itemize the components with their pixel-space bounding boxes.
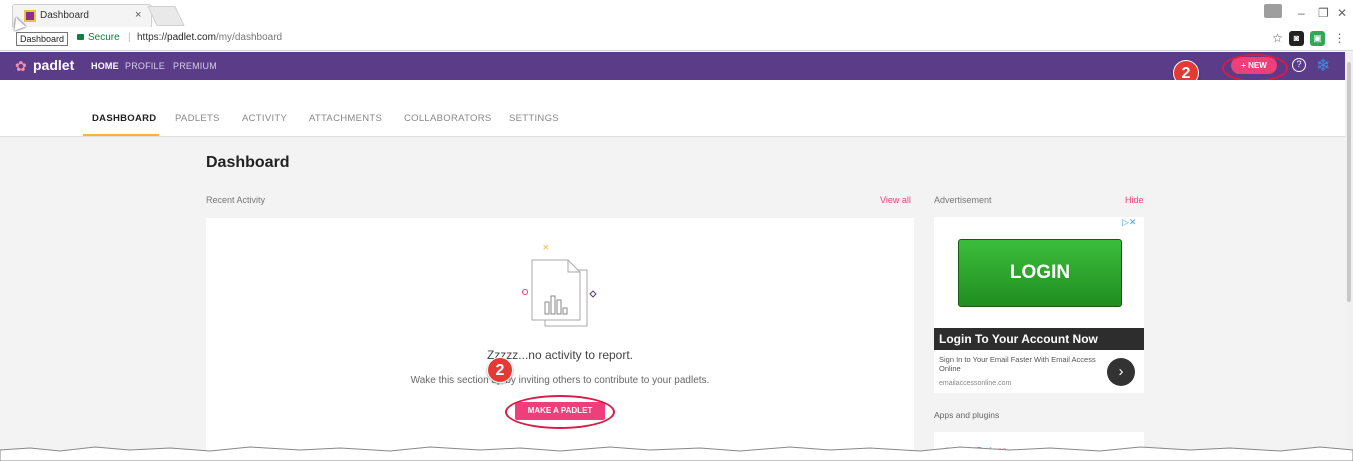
minimize-button[interactable]: –	[1298, 6, 1305, 20]
secure-label: Secure	[88, 32, 120, 43]
padlet-logo-icon[interactable]: ✿	[15, 58, 27, 75]
scrollbar-thumb[interactable]	[1347, 62, 1351, 302]
omnibox[interactable]: Secure | https://padlet.com/my/dashboard	[68, 30, 1258, 48]
address-bar: Secure | https://padlet.com/my/dashboard…	[0, 27, 1353, 51]
annotation-highlight-new	[1222, 54, 1288, 82]
user-profile-icon[interactable]	[1264, 4, 1282, 18]
nav-home[interactable]: HOME	[91, 61, 119, 71]
hide-ad-link[interactable]: Hide	[1125, 195, 1144, 205]
view-all-link[interactable]: View all	[880, 195, 911, 205]
empty-state-subtitle: Wake this section up by inviting others …	[410, 375, 710, 386]
lock-icon	[77, 34, 84, 40]
ad-domain: emailaccessonline.com	[939, 380, 1012, 387]
maximize-button[interactable]: ❐	[1318, 6, 1329, 20]
tab-dashboard[interactable]: DASHBOARD	[92, 113, 156, 124]
dashboard-tabs: DASHBOARD PADLETS ACTIVITY ATTACHMENTS C…	[0, 80, 1345, 137]
browser-tab[interactable]: Dashboard ×	[12, 4, 152, 27]
annotation-badge-bottom: 2	[487, 357, 513, 383]
omnibox-separator: |	[128, 32, 131, 43]
tab-close-icon[interactable]: ×	[135, 9, 141, 21]
tab-settings[interactable]: SETTINGS	[509, 113, 559, 124]
browser-menu-icon[interactable]: ⋮	[1332, 31, 1347, 46]
svg-text:×: ×	[542, 243, 550, 253]
tab-padlets[interactable]: PADLETS	[175, 113, 220, 124]
url-scheme: https://	[137, 32, 168, 43]
close-window-button[interactable]: ✕	[1337, 6, 1347, 20]
tab-collaborators[interactable]: COLLABORATORS	[404, 113, 492, 124]
tab-tooltip: Dashboard	[16, 32, 69, 46]
nav-premium[interactable]: PREMIUM	[173, 61, 217, 71]
empty-state-title: Zzzzz...no activity to report.	[486, 348, 634, 362]
user-avatar-icon[interactable]: ❄	[1316, 56, 1330, 76]
new-tab-button[interactable]	[147, 6, 185, 26]
recent-activity-label: Recent Activity	[206, 195, 266, 205]
tab-attachments[interactable]: ATTACHMENTS	[309, 113, 382, 124]
tab-activity[interactable]: ACTIVITY	[242, 113, 287, 124]
padlet-navbar: ✿ padlet HOME PROFILE PREMIUM + NEW ? ❄	[0, 52, 1345, 80]
advertisement-panel[interactable]: ▷✕ LOGIN Login To Your Account Now Sign …	[934, 217, 1144, 393]
padlet-logo[interactable]: padlet	[33, 57, 74, 73]
adchoices-icon[interactable]: ▷✕	[1122, 217, 1136, 228]
active-tab-indicator	[83, 134, 159, 136]
advertisement-label: Advertisement	[934, 195, 992, 205]
url-text[interactable]: https://padlet.com/my/dashboard	[137, 32, 282, 43]
padlet-favicon-icon	[24, 10, 36, 22]
url-path: /my/dashboard	[215, 32, 283, 43]
annotation-highlight-make	[505, 395, 615, 429]
empty-documents-icon: ×	[522, 243, 597, 327]
help-icon[interactable]: ?	[1292, 58, 1306, 72]
ad-headline[interactable]: Login To Your Account Now	[934, 328, 1144, 350]
nav-profile[interactable]: PROFILE	[125, 61, 165, 71]
ad-description: Sign In to Your Email Faster With Email …	[939, 355, 1096, 373]
extension-green-icon[interactable]: ▣	[1310, 31, 1325, 46]
extension-icon[interactable]: ◙	[1289, 31, 1304, 46]
url-host: padlet.com	[167, 32, 216, 43]
bookmark-star-icon[interactable]: ☆	[1270, 31, 1285, 46]
apps-plugins-label: Apps and plugins	[934, 410, 1000, 420]
browser-tab-strip: Dashboard × – ❐ ✕	[0, 0, 1353, 27]
torn-edge-decoration	[0, 446, 1353, 461]
tab-title: Dashboard	[40, 10, 89, 21]
page-title: Dashboard	[206, 154, 290, 171]
ad-login-button[interactable]: LOGIN	[958, 239, 1122, 307]
ad-arrow-icon[interactable]: ›	[1107, 358, 1135, 386]
